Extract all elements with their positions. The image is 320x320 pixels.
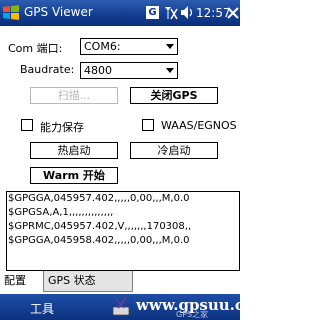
log-line: $GPGGA,045958.402,,,,,0,00,,,M,0.0: [8, 235, 190, 246]
power-save-checkbox[interactable]: [21, 119, 33, 131]
baudrate-value: 4800: [84, 64, 112, 77]
window-title: GPS Viewer: [24, 5, 93, 19]
waas-checkbox[interactable]: [142, 119, 154, 131]
chevron-down-icon: [166, 68, 174, 73]
tools-menu[interactable]: 工具: [30, 300, 54, 317]
log-line: $GPGSA,A,1,,,,,,,,,,,,,,: [8, 207, 114, 218]
cold-start-button[interactable]: 冷启动: [130, 142, 218, 159]
title-bar: GPS Viewer G 12:57: [0, 0, 240, 26]
baudrate-label: Baudrate:: [20, 63, 75, 76]
hot-start-button[interactable]: 热启动: [30, 142, 118, 159]
signal-icon[interactable]: [164, 5, 178, 20]
tab-bar: 配置 GPS 状态: [0, 271, 240, 292]
log-line: $GPRMC,045957.402,V,,,,,,,170308,,: [8, 221, 192, 232]
close-icon[interactable]: [226, 6, 240, 20]
softkey-bar: 工具 www.gpsuu.com GPS之家: [0, 294, 270, 320]
warm-start-button[interactable]: Warm 开始: [30, 167, 118, 184]
close-gps-button[interactable]: 关闭GPS: [130, 87, 218, 104]
tab-gps-status[interactable]: GPS 状态: [43, 271, 133, 292]
scan-button[interactable]: 扫描...: [30, 87, 118, 104]
log-line: $GPGGA,045957.402,,,,,0,00,,,M,0.0: [8, 193, 190, 204]
chevron-down-icon: [166, 44, 174, 49]
baudrate-select[interactable]: 4800: [80, 62, 178, 79]
g-status-icon[interactable]: G: [146, 6, 159, 19]
com-port-value: COM6:: [84, 40, 121, 53]
windows-flag-icon[interactable]: [2, 4, 20, 22]
power-save-label: 能力保存: [40, 121, 84, 134]
waas-label: WAAS/EGNOS: [161, 119, 237, 132]
volume-icon[interactable]: [180, 5, 194, 20]
keyboard-icon[interactable]: [110, 296, 132, 318]
com-port-select[interactable]: COM6:: [80, 38, 178, 55]
nmea-log[interactable]: $GPGGA,045957.402,,,,,0,00,,,M,0.0 $GPGS…: [6, 191, 240, 271]
watermark-subtext: GPS之家: [176, 310, 209, 319]
com-port-label: Com 端口:: [8, 42, 63, 55]
